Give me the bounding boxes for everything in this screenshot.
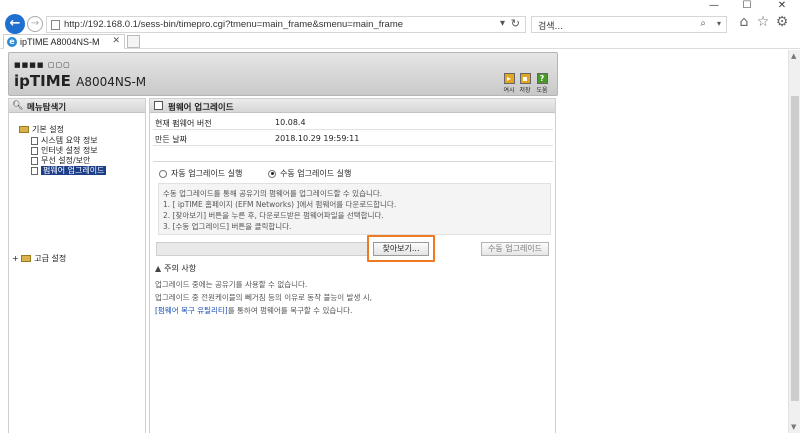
brand-logo-dots: ■■■■ ▢▢▢: [14, 61, 71, 69]
doc-icon: [31, 166, 38, 175]
router-header: ■■■■ ▢▢▢ ipTIME A8004NS-M ▸ 여시 ▪ 저장 ? 도움: [8, 52, 558, 96]
browse-button[interactable]: 찾아보기...: [373, 242, 429, 256]
tree-advanced-settings[interactable]: + 고급 설정: [12, 253, 66, 264]
scroll-down-icon[interactable]: ▼: [791, 423, 796, 431]
window-icon: [154, 101, 163, 110]
current-firmware-row: 현재 펌웨어 버전 10.08.4: [153, 115, 553, 130]
search-placeholder: 검색...: [538, 22, 564, 32]
menu-title-bar: 🔍︎ 메뉴탐색기: [9, 99, 145, 113]
folder-closed-icon: [21, 255, 32, 262]
dropdown-search-icon[interactable]: ▾: [500, 18, 505, 29]
folder-open-icon: [19, 126, 29, 133]
search-input[interactable]: 검색... ⌕ ▾: [531, 16, 727, 33]
model-name: A8004NS-M: [76, 75, 147, 89]
panel-title-bar: 펌웨어 업그레이드: [150, 99, 555, 113]
caution-section: ▲ 주의 사항 업그레이드 중에는 공유기를 사용할 수 없습니다. 업그레이드 …: [155, 263, 551, 316]
build-date-row: 만든 날짜 2018.10.29 19:59:11: [153, 131, 553, 146]
expand-plus-icon[interactable]: +: [12, 254, 19, 263]
firmware-file-input[interactable]: [156, 242, 368, 256]
save-button[interactable]: ▪ 저장: [518, 73, 532, 94]
ie-icon: e: [7, 37, 17, 47]
firmware-version: 10.08.4: [275, 118, 306, 127]
favorites-star-icon[interactable]: ☆: [755, 14, 771, 30]
sidebar-item-firmware-upgrade[interactable]: 펌웨어 업그레이드: [31, 165, 107, 176]
help-icon: ?: [536, 73, 548, 84]
file-select-row: 찾아보기... 수동 업그레이드: [153, 235, 553, 262]
save-icon: ▪: [519, 73, 531, 84]
new-tab-button[interactable]: [127, 35, 140, 48]
search-dropdown-icon[interactable]: ▾: [717, 19, 721, 28]
page-viewport: ■■■■ ▢▢▢ ipTIME A8004NS-M ▸ 여시 ▪ 저장 ? 도움…: [0, 50, 788, 433]
doc-icon: [31, 146, 38, 155]
scroll-thumb[interactable]: [791, 96, 799, 401]
page-icon: [51, 20, 60, 30]
doc-icon: [31, 136, 38, 145]
manual-upgrade-radio[interactable]: 수동 업그레이드 실행: [268, 168, 351, 179]
tab-strip: e ipTIME A8004NS-M ✕: [0, 34, 800, 49]
manual-upgrade-button[interactable]: 수동 업그레이드: [481, 242, 549, 256]
manual-upgrade-description: 수동 업그레이드를 통해 공유기의 펌웨어를 업그레이드할 수 있습니다. 1.…: [158, 183, 551, 235]
home-icon[interactable]: ⌂: [736, 14, 752, 30]
address-input[interactable]: http://192.168.0.1/sess-bin/timepro.cgi?…: [46, 16, 526, 33]
magnifier-icon: 🔍︎: [12, 101, 24, 111]
auto-upgrade-radio[interactable]: 자동 업그레이드 실행: [159, 168, 242, 179]
vertical-scrollbar[interactable]: ▲ ▼: [788, 50, 800, 433]
scroll-up-icon[interactable]: ▲: [791, 52, 796, 60]
firmware-upgrade-panel: 펌웨어 업그레이드 현재 펌웨어 버전 10.08.4 만든 날짜 2018.1…: [149, 98, 556, 433]
search-icon[interactable]: ⌕: [700, 18, 706, 29]
settings-gear-icon[interactable]: ⚙: [774, 14, 790, 30]
tree-basic-settings[interactable]: 기본 설정: [19, 124, 64, 135]
open-button[interactable]: ▸ 여시: [502, 73, 516, 94]
build-date: 2018.10.29 19:59:11: [275, 134, 360, 143]
menu-explorer: 🔍︎ 메뉴탐색기 기본 설정 시스템 요약 정보 인터넷 설정 정보 무선 설정…: [8, 98, 146, 433]
menu-title: 메뉴탐색기: [27, 103, 67, 113]
refresh-icon[interactable]: ↻: [511, 17, 520, 30]
tab-title: ipTIME A8004NS-M: [20, 37, 100, 47]
tab-router[interactable]: e ipTIME A8004NS-M ✕: [3, 34, 125, 49]
open-icon: ▸: [503, 73, 515, 84]
recovery-utility-link[interactable]: [펌웨어 복구 유틸리티]: [155, 306, 228, 315]
caution-title: ▲ 주의 사항: [155, 264, 197, 273]
brand-logo: ipTIME A8004NS-M: [14, 72, 147, 90]
back-arrow-icon[interactable]: ←: [5, 14, 25, 34]
tab-close-icon[interactable]: ✕: [112, 36, 120, 46]
url-text: http://192.168.0.1/sess-bin/timepro.cgi?…: [64, 19, 404, 30]
panel-title: 펌웨어 업그레이드: [168, 103, 234, 113]
doc-icon: [31, 156, 38, 165]
forward-arrow-icon[interactable]: →: [27, 16, 43, 32]
help-button[interactable]: ? 도움: [535, 73, 549, 94]
address-bar-row: ← → http://192.168.0.1/sess-bin/timepro.…: [0, 12, 800, 34]
warning-icon: ▲: [155, 264, 162, 273]
upgrade-mode-group: 자동 업그레이드 실행 수동 업그레이드 실행: [153, 161, 553, 183]
